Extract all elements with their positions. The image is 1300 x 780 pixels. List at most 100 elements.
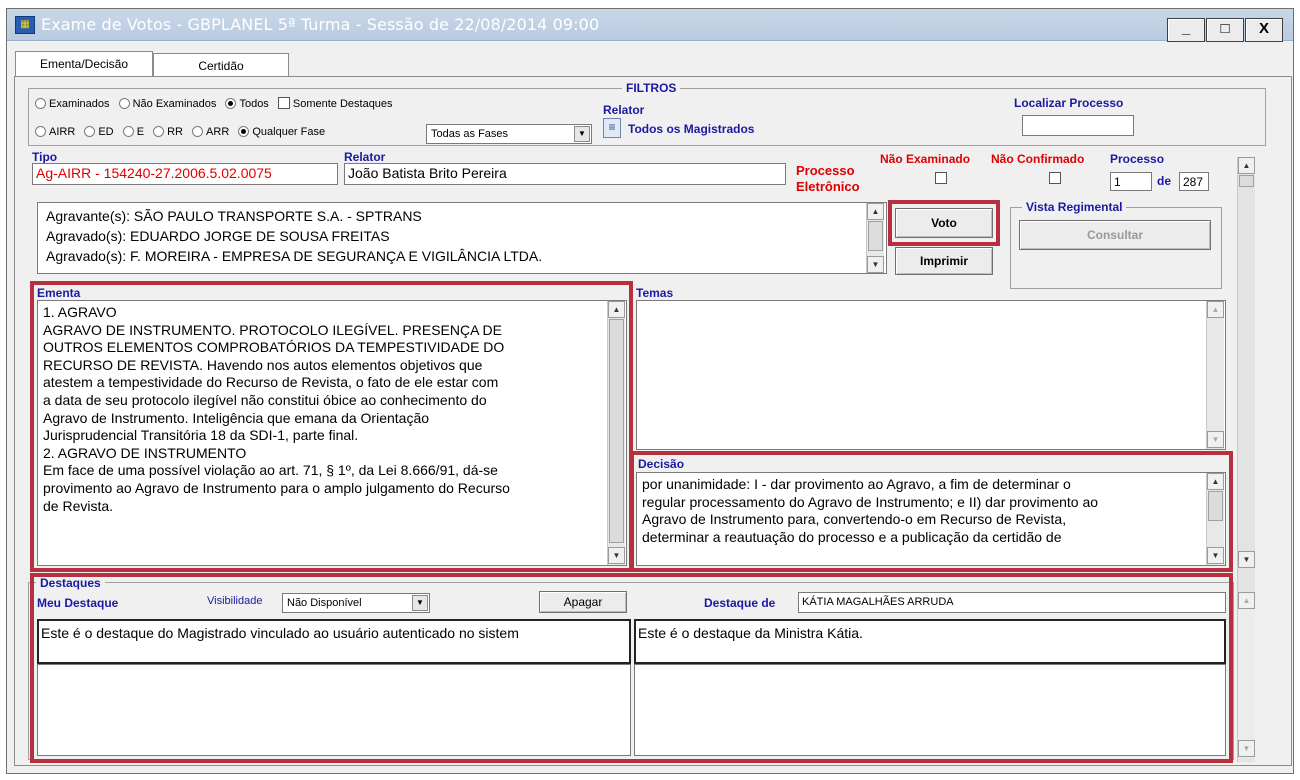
scroll-up-icon[interactable]: ▲ (1238, 157, 1255, 174)
vista-regimental-legend: Vista Regimental (1022, 200, 1127, 214)
ementa-line: OUTROS ELEMENTOS COMPROBATÓRIOS DA TEMPE… (43, 339, 505, 356)
radio-qualquer-fase[interactable] (238, 126, 250, 137)
tab-ementa-decisao[interactable]: Ementa/Decisão (15, 51, 153, 79)
title-bar[interactable]: ▦ Exame de Votos - GBPLANEL 5ª Turma - S… (7, 9, 1293, 42)
maximize-button[interactable]: □ (1206, 18, 1244, 42)
nao-confirmado-label: Não Confirmado (991, 152, 1085, 166)
ementa-line: 2. AGRAVO DE INSTRUMENTO (43, 444, 247, 461)
filters-legend: FILTROS (622, 81, 681, 95)
temas-label: Temas (636, 286, 674, 300)
chevron-down-icon[interactable]: ▼ (574, 126, 590, 142)
processo-total-field[interactable]: 287 (1179, 172, 1209, 191)
phase-radio-group: AIRR ED E RR ARR Qualquer Fase (35, 126, 331, 138)
decisao-line: regular processamento do Agravo de Instr… (642, 493, 1099, 510)
app-icon: ▦ (15, 16, 35, 34)
radio-nao-examinados[interactable] (118, 98, 130, 109)
scroll-up-icon[interactable]: ▲ (608, 301, 625, 318)
voto-button[interactable]: Voto (895, 208, 993, 238)
main-scroll-thumb[interactable] (1239, 175, 1254, 187)
radio-airr-label[interactable]: AIRR (49, 126, 75, 138)
outro-destaque-textarea[interactable]: Este é o destaque da Ministra Kátia. (634, 619, 1226, 664)
parties-box[interactable]: Agravante(s): SÃO PAULO TRANSPORTE S.A. … (37, 202, 887, 274)
filter-relator-value[interactable]: Todos os Magistrados (628, 122, 754, 136)
ementa-line: AGRAVO DE INSTRUMENTO. PROTOCOLO ILEGÍVE… (43, 321, 502, 338)
radio-nao-examinados-label[interactable]: Não Examinados (133, 98, 217, 110)
radio-examinados[interactable] (35, 98, 46, 109)
somente-destaques-label[interactable]: Somente Destaques (293, 98, 393, 110)
radio-arr-label[interactable]: ARR (206, 126, 229, 138)
ementa-scrollbar[interactable]: ▲ ▼ (607, 301, 625, 565)
scroll-down-icon[interactable]: ▼ (1238, 740, 1255, 757)
ementa-label: Ementa (37, 286, 81, 300)
scroll-up-icon[interactable]: ▲ (1207, 301, 1224, 318)
relator-list-icon[interactable]: ≡ (603, 118, 621, 138)
radio-arr[interactable] (192, 126, 204, 137)
temas-textarea[interactable] (636, 300, 1226, 450)
destaques-scrollbar[interactable]: ▲ ▼ (1237, 592, 1255, 758)
chevron-down-icon[interactable]: ▼ (412, 595, 428, 611)
tipo-field[interactable]: Ag-AIRR - 154240-27.2006.5.02.0075 (32, 163, 338, 185)
meu-destaque-extra[interactable] (37, 664, 631, 756)
scroll-up-icon[interactable]: ▲ (1238, 592, 1255, 609)
nao-confirmado-checkbox[interactable] (1049, 172, 1061, 184)
apagar-button[interactable]: Apagar (539, 591, 627, 613)
ementa-line: Em face de uma possível violação ao art.… (43, 462, 498, 479)
radio-rr-label[interactable]: RR (167, 126, 183, 138)
parties-scrollbar[interactable]: ▲ ▼ (866, 203, 884, 273)
decisao-line: por unanimidade: I - dar provimento ao A… (642, 476, 1071, 492)
window-title: Exame de Votos - GBPLANEL 5ª Turma - Ses… (41, 15, 600, 34)
phase-select[interactable]: Todas as Fases ▼ (426, 124, 592, 144)
localizar-label: Localizar Processo (1014, 96, 1124, 110)
radio-e-label[interactable]: E (137, 126, 144, 138)
party-agravado-1: Agravado(s): EDUARDO JORGE DE SOUSA FREI… (46, 228, 390, 244)
ementa-line: RECURSO DE REVISTA. Havendo nos autos el… (43, 356, 483, 373)
tab-certidao[interactable]: Certidão (153, 53, 289, 77)
ementa-textarea[interactable]: 1. AGRAVO AGRAVO DE INSTRUMENTO. PROTOCO… (37, 300, 627, 566)
processo-current-field[interactable]: 1 (1110, 172, 1152, 191)
decisao-scrollbar[interactable]: ▲ ▼ (1206, 473, 1224, 565)
processo-eletronico-label-2: Eletrônico (796, 179, 860, 194)
tipo-label: Tipo (32, 150, 58, 164)
nao-examinado-checkbox[interactable] (935, 172, 947, 184)
temas-scrollbar[interactable]: ▲ ▼ (1206, 301, 1224, 449)
visibilidade-select-value: Não Disponível (287, 597, 362, 609)
radio-ed[interactable] (84, 126, 96, 137)
meu-destaque-textarea[interactable]: Este é o destaque do Magistrado vinculad… (37, 619, 631, 664)
radio-qualquer-fase-label[interactable]: Qualquer Fase (252, 126, 325, 138)
visibilidade-select[interactable]: Não Disponível ▼ (282, 593, 430, 613)
relator-field[interactable]: João Batista Brito Pereira (344, 163, 786, 185)
scroll-down-icon[interactable]: ▼ (1207, 547, 1224, 564)
decisao-textarea[interactable]: por unanimidade: I - dar provimento ao A… (636, 472, 1226, 566)
radio-todos[interactable] (225, 98, 237, 109)
localizar-input[interactable] (1022, 115, 1134, 136)
nao-examinado-label: Não Examinado (880, 152, 971, 166)
scroll-down-icon[interactable]: ▼ (608, 547, 625, 564)
somente-destaques-checkbox[interactable] (277, 97, 290, 109)
party-agravante: Agravante(s): SÃO PAULO TRANSPORTE S.A. … (46, 208, 422, 224)
close-button[interactable]: X (1245, 18, 1283, 42)
ementa-line: atestem a tempestividade do Recurso de R… (43, 374, 499, 391)
ementa-scroll-thumb[interactable] (609, 319, 624, 543)
scroll-down-icon[interactable]: ▼ (1207, 431, 1224, 448)
destaques-legend: Destaques (36, 576, 105, 590)
radio-examinados-label[interactable]: Examinados (49, 98, 110, 110)
radio-e[interactable] (122, 126, 134, 137)
scroll-up-icon[interactable]: ▲ (867, 203, 884, 220)
radio-rr[interactable] (153, 126, 165, 137)
radio-todos-label[interactable]: Todos (239, 98, 268, 110)
parties-scroll-thumb[interactable] (868, 221, 883, 251)
decisao-line: determinar a reautuação do processo e a … (642, 528, 1062, 545)
scroll-up-icon[interactable]: ▲ (1207, 473, 1224, 490)
minimize-button[interactable]: _ (1167, 18, 1205, 42)
decisao-scroll-thumb[interactable] (1208, 491, 1223, 521)
ementa-line: a data de seu protocolo ilegível não con… (43, 391, 487, 408)
consultar-button[interactable]: Consultar (1019, 220, 1211, 250)
scroll-down-icon[interactable]: ▼ (867, 256, 884, 273)
outro-destaque-extra[interactable] (634, 664, 1226, 756)
destaque-de-field[interactable]: KÁTIA MAGALHÃES ARRUDA (798, 592, 1226, 613)
imprimir-button[interactable]: Imprimir (895, 247, 993, 275)
radio-ed-label[interactable]: ED (98, 126, 113, 138)
radio-airr[interactable] (35, 126, 46, 137)
de-label: de (1157, 174, 1172, 188)
scroll-down-icon[interactable]: ▼ (1238, 551, 1255, 568)
